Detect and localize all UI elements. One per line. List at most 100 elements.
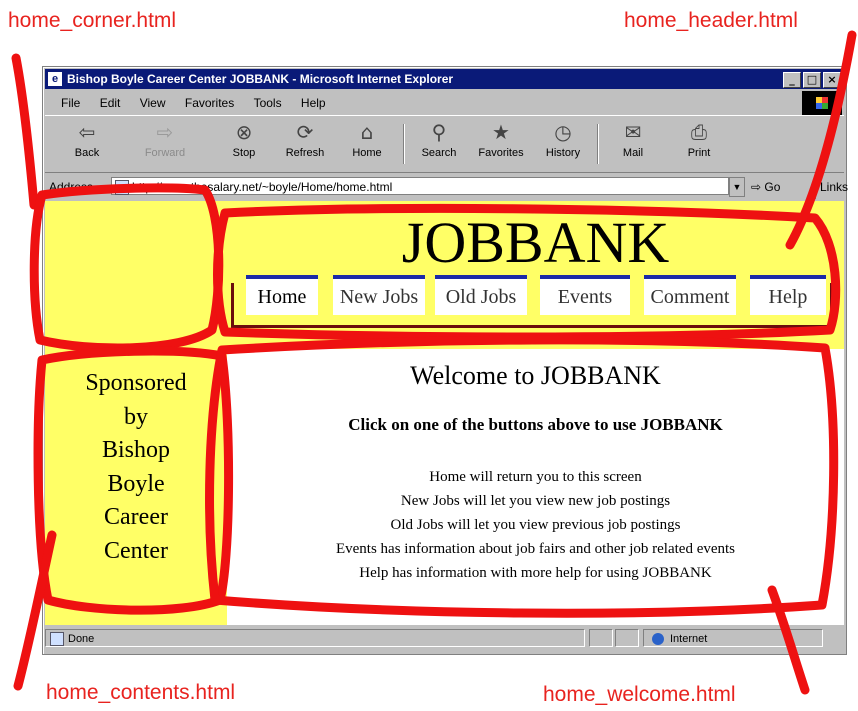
address-dropdown-button[interactable]: ▼	[729, 177, 745, 197]
print-button[interactable]: ⎙ Print	[671, 120, 727, 159]
favorites-icon: ★	[492, 120, 510, 144]
menu-help[interactable]: Help	[301, 93, 326, 113]
go-button[interactable]: ⇨ Go	[751, 175, 780, 199]
sponsor-line: Boyle	[107, 470, 165, 497]
welcome-line: Home will return you to this screen	[429, 469, 642, 485]
ie-app-icon: e	[48, 72, 62, 86]
refresh-label: Refresh	[285, 147, 325, 159]
print-icon: ⎙	[691, 120, 707, 144]
back-arrow-icon: ⇦	[78, 120, 96, 144]
status-cell	[589, 629, 613, 647]
callout-home-header: home_header.html	[624, 9, 798, 32]
title-bar: e Bishop Boyle Career Center JOBBANK - M…	[45, 69, 844, 89]
history-label: History	[545, 147, 581, 159]
minimize-button[interactable]: _	[783, 72, 801, 88]
address-label: Address	[49, 180, 94, 194]
welcome-title: Welcome to JOBBANK	[410, 361, 661, 390]
nav-help[interactable]: Help	[750, 275, 826, 315]
favorites-button[interactable]: ★ Favorites	[473, 120, 529, 159]
mail-button[interactable]: ✉ Mail	[605, 120, 661, 159]
sponsor-line: by	[124, 403, 148, 430]
sponsor-line: Career	[104, 504, 168, 530]
mail-label: Mail	[622, 147, 644, 159]
sponsor-text: Sponsored by Bishop Boyle Career Center	[45, 367, 227, 568]
forward-button[interactable]: ⇨ Forward	[137, 120, 193, 159]
close-button[interactable]: ×	[823, 72, 841, 88]
search-button[interactable]: ⚲ Search	[411, 120, 467, 159]
menu-favorites[interactable]: Favorites	[185, 93, 234, 113]
callout-home-welcome: home_welcome.html	[543, 683, 736, 706]
search-icon: ⚲	[431, 120, 447, 144]
nav-new-jobs[interactable]: New Jobs	[333, 275, 425, 315]
welcome-line: Help has information with more help for …	[359, 565, 712, 581]
sponsor-line: Center	[104, 537, 168, 564]
back-label: Back	[74, 147, 100, 159]
menu-file[interactable]: File	[61, 93, 80, 113]
print-label: Print	[687, 147, 711, 159]
menu-bar: File Edit View Favorites Tools Help	[45, 91, 844, 115]
home-button[interactable]: ⌂ Home	[339, 120, 395, 159]
status-bar: Done Internet	[45, 627, 844, 649]
welcome-line: New Jobs will let you view new job posti…	[400, 493, 671, 509]
go-arrow-icon: ⇨	[751, 180, 765, 194]
status-main: Done	[45, 629, 585, 647]
address-value: http://www.thesalary.net/~boyle/Home/hom…	[132, 180, 393, 194]
status-text: Done	[68, 633, 95, 645]
maximize-button[interactable]: □	[803, 72, 821, 88]
address-input[interactable]: http://www.thesalary.net/~boyle/Home/hom…	[111, 177, 729, 195]
callout-home-corner: home_corner.html	[8, 9, 177, 32]
stop-button[interactable]: ⊗ Stop	[216, 120, 272, 159]
menu-view[interactable]: View	[140, 93, 166, 113]
welcome-list: Home will return you to this screen New …	[227, 465, 844, 585]
menu-edit[interactable]: Edit	[100, 93, 121, 113]
nav-events[interactable]: Events	[540, 275, 630, 315]
corner-pointer-stroke	[11, 53, 39, 210]
address-bar: Address http://www.thesalary.net/~boyle/…	[45, 175, 848, 199]
mail-icon: ✉	[624, 120, 642, 144]
home-icon: ⌂	[360, 120, 374, 144]
page-status-icon	[50, 632, 64, 647]
toolbar-separator	[597, 124, 599, 164]
nav-home[interactable]: Home	[246, 275, 318, 315]
back-button[interactable]: ⇦ Back	[59, 120, 115, 159]
nav-old-jobs[interactable]: Old Jobs	[435, 275, 527, 315]
sponsor-line: Bishop	[101, 437, 170, 463]
zone-text: Internet	[670, 633, 708, 645]
welcome-subtitle: Click on one of the buttons above to use…	[348, 415, 723, 434]
browser-window: e Bishop Boyle Career Center JOBBANK - M…	[42, 66, 848, 655]
home-label: Home	[352, 147, 382, 159]
history-icon: ◷	[554, 120, 572, 144]
zone-indicator: Internet	[643, 629, 823, 647]
page-icon	[115, 180, 129, 195]
go-label: Go	[764, 180, 781, 194]
nav-bar: Home New Jobs Old Jobs Events Comment He…	[231, 275, 833, 328]
links-button[interactable]: Links	[815, 175, 848, 199]
globe-icon	[652, 633, 664, 646]
contents-frame: Sponsored by Bishop Boyle Career Center	[45, 349, 227, 625]
nav-comment[interactable]: Comment	[644, 275, 736, 315]
windows-logo-icon	[802, 91, 842, 115]
standard-toolbar: ⇦ Back ⇨ Forward ⊗ Stop ⟳ Refresh ⌂ Home…	[45, 115, 844, 173]
menu-tools[interactable]: Tools	[254, 93, 282, 113]
status-cell	[615, 629, 639, 647]
page-viewport: JOBBANK Home New Jobs Old Jobs Events Co…	[45, 201, 844, 625]
refresh-button[interactable]: ⟳ Refresh	[277, 120, 333, 159]
toolbar-separator	[403, 124, 405, 164]
welcome-line: Old Jobs will let you view previous job …	[390, 517, 681, 533]
corner-frame	[45, 201, 227, 349]
stop-label: Stop	[232, 147, 256, 159]
welcome-line: Events has information about job fairs a…	[335, 541, 736, 557]
window-title: Bishop Boyle Career Center JOBBANK - Mic…	[67, 72, 454, 86]
history-button[interactable]: ◷ History	[535, 120, 591, 159]
favorites-label: Favorites	[478, 147, 524, 159]
header-frame: JOBBANK Home New Jobs Old Jobs Events Co…	[227, 201, 844, 349]
search-label: Search	[421, 147, 457, 159]
sponsor-line: Sponsored	[85, 370, 187, 396]
jobbank-title: JOBBANK	[401, 210, 670, 275]
callout-home-contents: home_contents.html	[46, 681, 236, 704]
welcome-frame: Welcome to JOBBANK Click on one of the b…	[227, 349, 844, 625]
stop-icon: ⊗	[235, 120, 253, 144]
refresh-icon: ⟳	[296, 120, 314, 144]
forward-label: Forward	[144, 147, 186, 159]
forward-arrow-icon: ⇨	[156, 120, 174, 144]
